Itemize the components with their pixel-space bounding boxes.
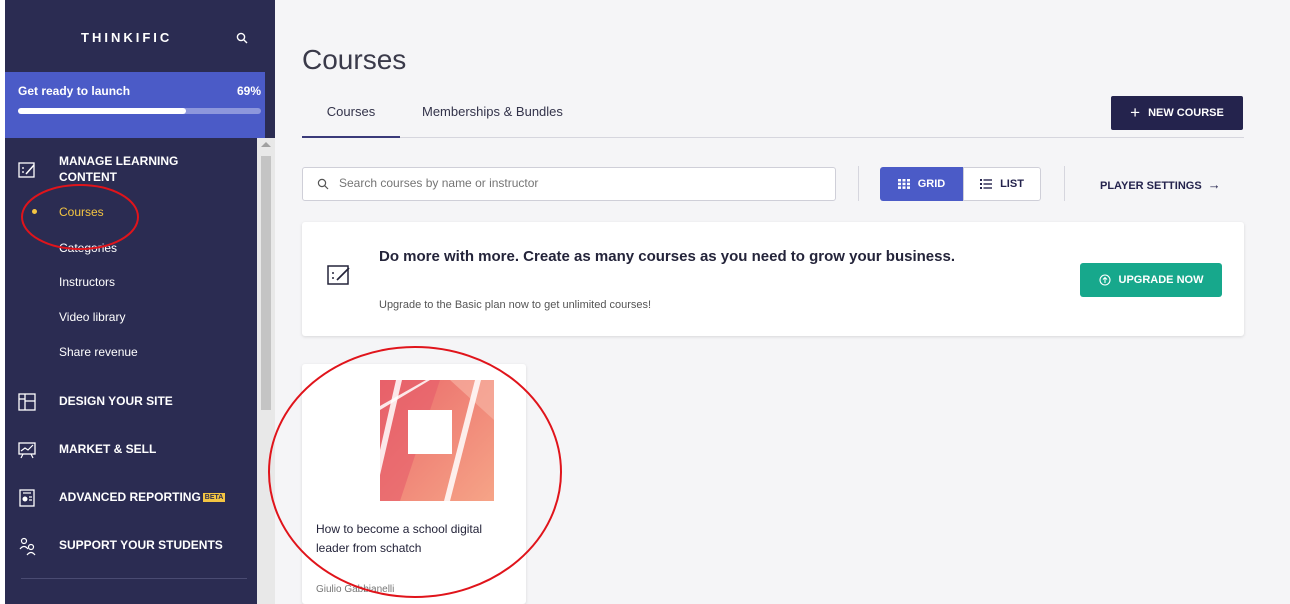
report-icon xyxy=(19,489,35,507)
edit-icon xyxy=(327,265,350,285)
advanced-reporting-label: ADVANCED REPORTING xyxy=(59,490,201,504)
presentation-chart-icon xyxy=(18,442,36,459)
launch-progress-fill xyxy=(18,108,186,114)
search-input[interactable] xyxy=(339,176,819,190)
sidebar-item-design-your-site[interactable]: DESIGN YOUR SITE xyxy=(5,384,257,420)
course-card[interactable]: How to become a school digital leader fr… xyxy=(302,364,526,604)
sidebar-section-label: DESIGN YOUR SITE xyxy=(59,394,173,408)
upgrade-banner: Do more with more. Create as many course… xyxy=(302,222,1244,336)
new-course-button[interactable]: + NEW COURSE xyxy=(1111,96,1243,130)
active-indicator-dot xyxy=(32,209,37,214)
sidebar-scrollbar[interactable] xyxy=(257,138,275,604)
sidebar-section-label: MARKET & SELL xyxy=(59,442,157,456)
sidebar-section-label: CONTENT xyxy=(59,170,117,184)
edit-icon xyxy=(18,162,35,178)
scrollbar-thumb[interactable] xyxy=(261,156,271,410)
launch-percent: 69% xyxy=(236,84,261,98)
sidebar-item-categories[interactable]: Categories xyxy=(59,241,117,255)
course-author: Giulio Gabbianelli xyxy=(316,584,395,595)
main-content: Courses Courses Memberships & Bundles + … xyxy=(275,0,1290,604)
brand-logo[interactable]: THINKIFIC xyxy=(81,30,172,45)
course-title[interactable]: How to become a school digital leader fr… xyxy=(316,520,516,558)
sidebar-section-label: SUPPORT YOUR STUDENTS xyxy=(59,538,223,552)
course-thumbnail[interactable] xyxy=(380,380,494,501)
grid-view-button[interactable]: GRID xyxy=(880,167,963,201)
toolbar-divider xyxy=(1064,166,1065,201)
sidebar-item-market-and-sell[interactable]: MARKET & SELL xyxy=(5,432,257,468)
scroll-up-arrow-icon[interactable] xyxy=(261,142,271,147)
brand-bar: THINKIFIC xyxy=(5,0,275,72)
beta-badge: BETA xyxy=(202,493,226,502)
course-search-box[interactable] xyxy=(302,167,836,201)
users-icon xyxy=(19,537,36,556)
search-icon xyxy=(317,178,329,190)
upgrade-subtitle: Upgrade to the Basic plan now to get unl… xyxy=(379,299,652,311)
sidebar-section-label: ADVANCED REPORTING BETA xyxy=(59,490,226,504)
page-title: Courses xyxy=(302,44,407,75)
player-settings-link[interactable]: PLAYER SETTINGS → xyxy=(1100,177,1221,192)
upgrade-now-button[interactable]: UPGRADE NOW xyxy=(1080,263,1222,297)
list-view-button[interactable]: LIST xyxy=(963,167,1041,201)
search-icon[interactable] xyxy=(236,32,248,44)
course-tabs: Courses Memberships & Bundles xyxy=(302,96,1244,138)
arrow-up-circle-icon xyxy=(1098,274,1111,286)
launch-label: Get ready to launch xyxy=(18,84,131,98)
sidebar-item-instructors[interactable]: Instructors xyxy=(59,275,115,289)
arrow-right-icon: → xyxy=(1207,177,1221,192)
tab-courses[interactable]: Courses xyxy=(302,104,400,138)
layout-icon xyxy=(18,393,36,411)
list-icon xyxy=(980,179,993,189)
plus-icon: + xyxy=(1130,103,1141,122)
sidebar-nav: MANAGE LEARNING CONTENT Courses Categori… xyxy=(5,138,257,604)
sidebar-divider xyxy=(21,578,247,579)
sidebar: THINKIFIC Get ready to launch 69% MANAGE… xyxy=(5,0,275,604)
sidebar-section-label: MANAGE LEARNING xyxy=(59,154,179,168)
sidebar-item-video-library[interactable]: Video library xyxy=(59,310,125,324)
sidebar-item-share-revenue[interactable]: Share revenue xyxy=(59,345,138,359)
toolbar-divider xyxy=(858,166,859,201)
sidebar-item-advanced-reporting[interactable]: ADVANCED REPORTING BETA xyxy=(5,480,257,516)
upgrade-title: Do more with more. Create as many course… xyxy=(379,248,955,265)
grid-icon xyxy=(897,179,910,189)
sidebar-item-courses[interactable]: Courses xyxy=(59,205,104,219)
launch-progress-panel[interactable]: Get ready to launch 69% xyxy=(5,72,265,138)
sidebar-item-manage-learning-content[interactable]: MANAGE LEARNING CONTENT xyxy=(5,152,257,192)
sidebar-item-support-your-students[interactable]: SUPPORT YOUR STUDENTS xyxy=(5,528,257,564)
tab-memberships-bundles[interactable]: Memberships & Bundles xyxy=(422,104,563,138)
